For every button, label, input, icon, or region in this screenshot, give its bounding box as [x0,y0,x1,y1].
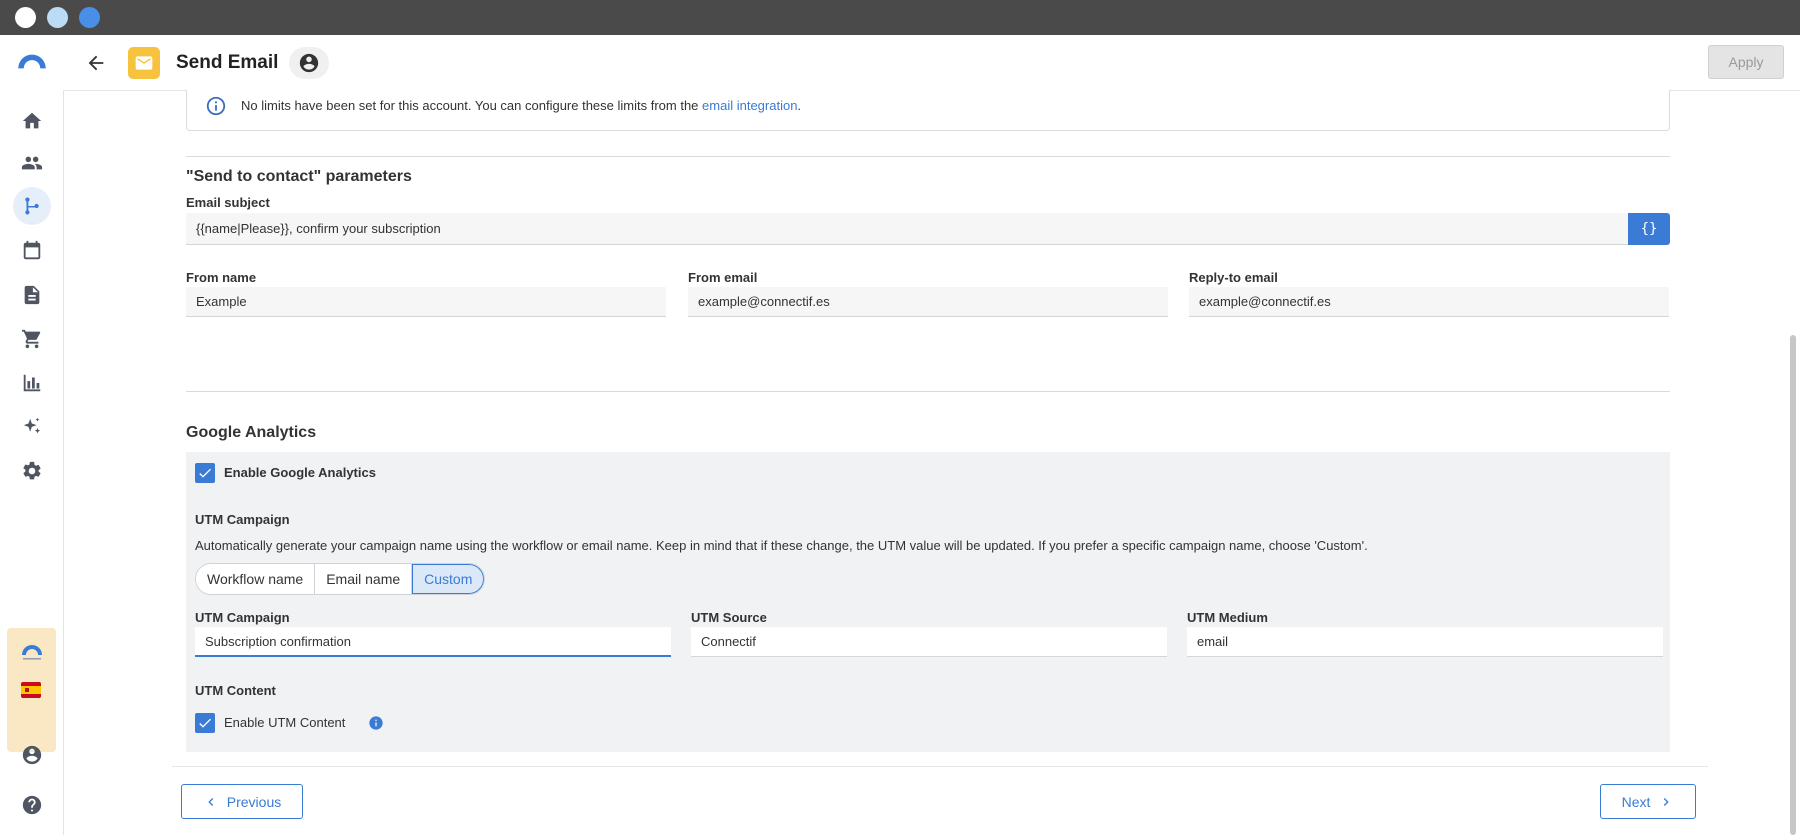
email-subject-label: Email subject [186,195,270,210]
send-params-title: "Send to contact" parameters [186,168,412,185]
utm-campaign-label: UTM Campaign [195,610,290,625]
utm-content-info-icon[interactable] [368,715,384,731]
mode-workflow-name-button[interactable]: Workflow name [196,564,316,594]
utm-source-label: UTM Source [691,610,767,625]
footer-divider [172,766,1708,767]
notice-text: No limits have been set for this account… [241,98,802,113]
spain-flag-icon [21,682,41,698]
page-header: Send Email Apply [63,35,1800,91]
info-icon [205,95,227,117]
enable-utm-content-checkbox[interactable] [195,713,215,733]
utm-content-heading: UTM Content [195,683,276,698]
chevron-left-icon [208,797,214,806]
from-name-input[interactable] [186,287,666,317]
next-button[interactable]: Next [1600,784,1696,819]
settings-icon[interactable] [18,457,46,485]
back-arrow-icon[interactable] [83,50,109,76]
help-icon[interactable] [18,791,46,819]
analytics-icon[interactable] [18,369,46,397]
utm-campaign-heading: UTM Campaign [195,512,290,527]
limits-notice: No limits have been set for this account… [186,90,1670,131]
window-minimize-button[interactable] [47,7,68,28]
email-action-icon [128,47,160,79]
workflows-icon[interactable] [13,187,51,225]
brand-logo-icon[interactable] [14,47,50,75]
sidebar [0,35,64,835]
user-account-icon[interactable] [18,741,46,769]
sparkle-icon[interactable] [18,413,46,441]
window-close-button[interactable] [15,7,36,28]
reply-to-label: Reply-to email [1189,270,1278,285]
previous-button-label: Previous [226,793,282,810]
contacts-icon[interactable] [18,149,46,177]
window-titlebar [0,0,1800,35]
from-email-input[interactable] [688,287,1168,317]
campaign-mode-selector: Workflow name Email name Custom [195,563,486,595]
window-maximize-button[interactable] [79,7,100,28]
mode-email-name-button[interactable]: Email name [315,564,413,594]
page-title: Send Email [176,52,279,73]
from-email-label: From email [688,270,758,285]
reply-to-input[interactable] [1189,287,1669,317]
utm-description: Automatically generate your campaign nam… [195,538,1368,553]
next-button-label: Next [1621,793,1651,810]
divider [186,156,1670,157]
home-icon[interactable] [18,107,46,135]
account-logo-icon [19,641,45,663]
email-subject-input[interactable] [186,213,1628,245]
email-integration-link[interactable]: email integration [702,98,797,113]
utm-medium-input[interactable] [1187,627,1663,657]
content-icon[interactable] [18,281,46,309]
google-analytics-title: Google Analytics [186,424,317,441]
chevron-right-icon [1664,797,1670,806]
mode-custom-button[interactable]: Custom [412,564,485,594]
apply-button[interactable]: Apply [1708,45,1784,79]
enable-ga-checkbox[interactable] [195,463,215,483]
calendar-icon[interactable] [18,237,46,265]
contact-icon[interactable] [289,47,329,79]
divider [186,391,1670,392]
utm-medium-label: UTM Medium [1187,610,1268,625]
google-analytics-panel: Enable Google Analytics UTM Campaign Aut… [186,452,1670,752]
vertical-scrollbar[interactable] [1790,335,1796,835]
account-switcher[interactable] [7,628,56,752]
enable-ga-label: Enable Google Analytics [224,465,376,480]
cart-icon[interactable] [18,325,46,353]
previous-button[interactable]: Previous [181,784,303,819]
insert-variable-button[interactable]: {} [1628,213,1670,245]
utm-source-input[interactable] [691,627,1167,657]
utm-campaign-input[interactable] [195,627,671,657]
from-name-label: From name [186,270,257,285]
enable-utm-content-label: Enable UTM Content [224,715,346,730]
